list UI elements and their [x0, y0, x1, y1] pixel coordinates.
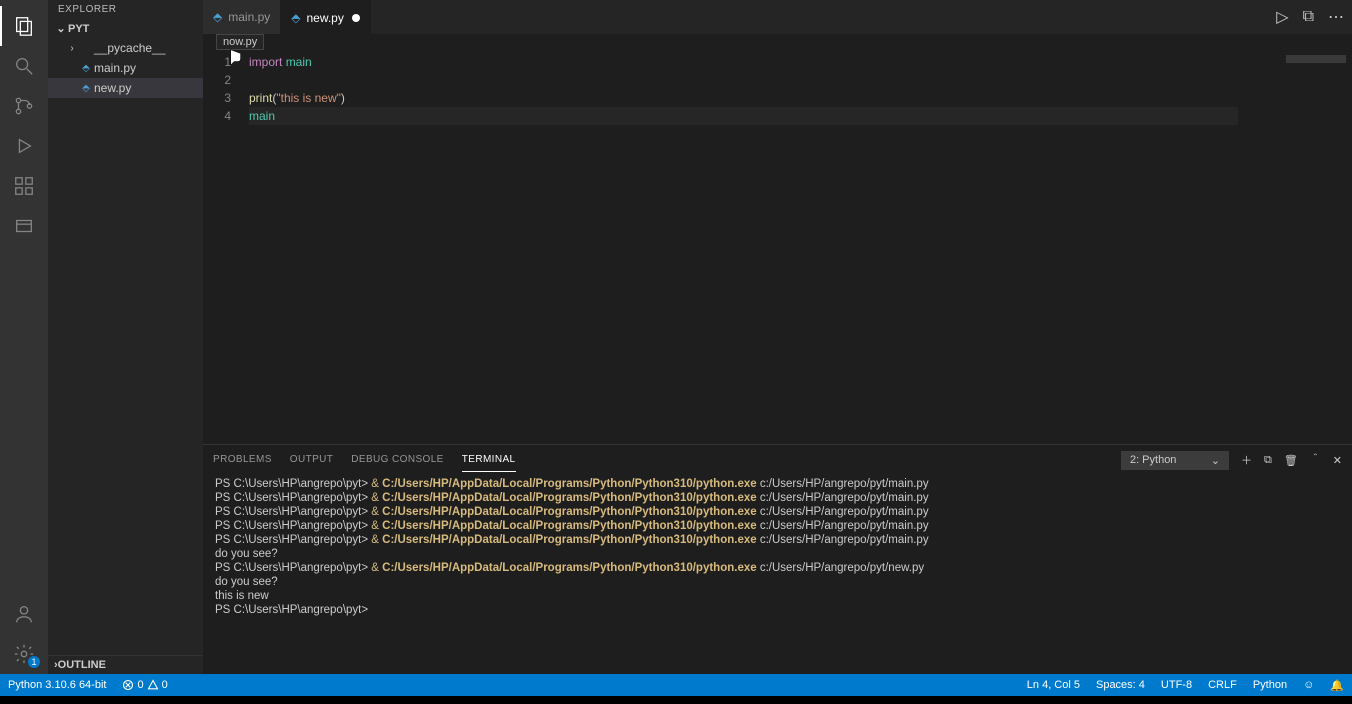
terminal-line: PS C:\Users\HP\angrepo\pyt>: [215, 603, 1340, 617]
sidebar-outline-header[interactable]: › OUTLINE: [48, 655, 203, 674]
folder-icon: [78, 40, 94, 56]
extensions-icon[interactable]: [0, 166, 48, 206]
terminal-line: PS C:\Users\HP\angrepo\pyt> & C:/Users/H…: [215, 519, 1340, 533]
bottom-panel: PROBLEMS OUTPUT DEBUG CONSOLE TERMINAL 2: P…: [203, 444, 1352, 674]
status-problems[interactable]: 0 0: [114, 674, 175, 696]
file-tree-label: new.py: [94, 81, 131, 95]
status-bar: Python 3.10.6 64-bit 0 0 Ln 4, Col 5 Spa…: [0, 674, 1352, 696]
sidebar-project-header[interactable]: ⌄ PYT: [48, 19, 203, 38]
search-icon[interactable]: [0, 46, 48, 86]
split-terminal-icon[interactable]: ⧉: [1264, 454, 1272, 467]
status-feedback-icon[interactable]: ☺: [1295, 674, 1322, 696]
panel-tab[interactable]: PROBLEMS: [213, 448, 272, 472]
python-file-icon: ⬘: [78, 80, 94, 96]
status-spaces[interactable]: Spaces: 4: [1088, 674, 1153, 696]
terminal-line: PS C:\Users\HP\angrepo\pyt> & C:/Users/H…: [215, 477, 1340, 491]
outline-label: OUTLINE: [58, 659, 106, 671]
os-taskbar: [0, 696, 1352, 704]
explorer-icon[interactable]: [0, 6, 48, 46]
code-editor[interactable]: 1234 import mainprint("this is new")main: [203, 51, 1352, 444]
status-language[interactable]: Python: [1245, 674, 1295, 696]
maximize-panel-icon[interactable]: ＾: [1310, 452, 1321, 468]
panel-tab[interactable]: DEBUG CONSOLE: [351, 448, 443, 472]
terminal-body[interactable]: PS C:\Users\HP\angrepo\pyt> & C:/Users/H…: [203, 475, 1352, 674]
split-editor-icon[interactable]: ⧉: [1303, 8, 1314, 26]
accounts-icon[interactable]: [0, 594, 48, 634]
editor-tab-actions: ▷ ⧉ ⋯: [1262, 0, 1352, 34]
more-actions-icon[interactable]: ⋯: [1328, 7, 1344, 27]
terminal-selector-label: 2: Python: [1130, 454, 1176, 466]
file-tree-label: main.py: [94, 61, 136, 75]
settings-gear-icon[interactable]: 1: [0, 634, 48, 674]
status-python[interactable]: Python 3.10.6 64-bit: [0, 674, 114, 696]
panel-tab[interactable]: OUTPUT: [290, 448, 334, 472]
new-terminal-icon[interactable]: ＋: [1241, 452, 1252, 468]
terminal-line: PS C:\Users\HP\angrepo\pyt> & C:/Users/H…: [215, 505, 1340, 519]
minimap[interactable]: [1242, 51, 1352, 444]
panel-tab-bar: PROBLEMS OUTPUT DEBUG CONSOLE TERMINAL 2: P…: [203, 445, 1352, 475]
source-control-icon[interactable]: [0, 86, 48, 126]
terminal-selector[interactable]: 2: Python ⌄: [1121, 451, 1229, 470]
code-content[interactable]: import mainprint("this is new")main: [245, 51, 1242, 444]
editor-tab[interactable]: ⬘ main.py: [203, 0, 281, 34]
terminal-line: PS C:\Users\HP\angrepo\pyt> & C:/Users/H…: [215, 533, 1340, 547]
run-debug-icon[interactable]: [0, 126, 48, 166]
editor-area: ⬘ main.py ⬘ new.py ▷ ⧉ ⋯ ⬘ new.py now.py 12…: [203, 0, 1352, 674]
editor-tabs: ⬘ main.py ⬘ new.py ▷ ⧉ ⋯: [203, 0, 1352, 34]
chevron-down-icon: ⌄: [1211, 454, 1220, 467]
editor-tab[interactable]: ⬘ new.py: [281, 0, 371, 34]
file-tree-item[interactable]: ›__pycache__: [48, 38, 203, 58]
terminal-line: do you see?: [215, 547, 1340, 561]
dirty-indicator-icon: [352, 14, 360, 22]
file-tree-item[interactable]: ⬘main.py: [48, 58, 203, 78]
python-file-icon: ⬘: [291, 11, 300, 25]
activity-bar: 1: [0, 0, 48, 674]
status-cursor[interactable]: Ln 4, Col 5: [1019, 674, 1088, 696]
file-tree: ›__pycache__⬘main.py⬘new.py: [48, 38, 203, 655]
chevron-down-icon: ⌄: [54, 22, 68, 35]
python-file-icon: ⬘: [78, 60, 94, 76]
tab-label: new.py: [307, 11, 344, 25]
terminal-line: do you see?: [215, 575, 1340, 589]
breadcrumb[interactable]: ⬘ new.py now.py: [203, 34, 1352, 51]
run-icon[interactable]: ▷: [1276, 7, 1288, 27]
python-file-icon: ⬘: [213, 10, 222, 24]
explorer-sidebar: EXPLORER ⌄ PYT ›__pycache__⬘main.py⬘new.…: [48, 0, 203, 674]
extra-panel-icon[interactable]: [0, 206, 48, 246]
line-gutter: 1234: [203, 51, 245, 444]
file-tree-label: __pycache__: [94, 41, 165, 55]
kill-terminal-icon[interactable]: 🗑: [1284, 454, 1298, 467]
tab-label: main.py: [228, 10, 270, 24]
hover-tooltip: now.py: [216, 34, 264, 50]
file-tree-item[interactable]: ⬘new.py: [48, 78, 203, 98]
status-encoding[interactable]: UTF-8: [1153, 674, 1200, 696]
terminal-line: PS C:\Users\HP\angrepo\pyt> & C:/Users/H…: [215, 561, 1340, 575]
terminal-line: PS C:\Users\HP\angrepo\pyt> & C:/Users/H…: [215, 491, 1340, 505]
close-panel-icon[interactable]: ✕: [1333, 454, 1342, 467]
terminal-line: this is new: [215, 589, 1340, 603]
sidebar-title: EXPLORER: [48, 0, 203, 19]
minimap-chunk: [1286, 55, 1346, 63]
project-name: PYT: [68, 23, 89, 35]
settings-badge: 1: [28, 656, 40, 668]
status-eol[interactable]: CRLF: [1200, 674, 1245, 696]
status-bell-icon[interactable]: 🔔: [1322, 674, 1352, 696]
panel-tab[interactable]: TERMINAL: [462, 448, 516, 472]
